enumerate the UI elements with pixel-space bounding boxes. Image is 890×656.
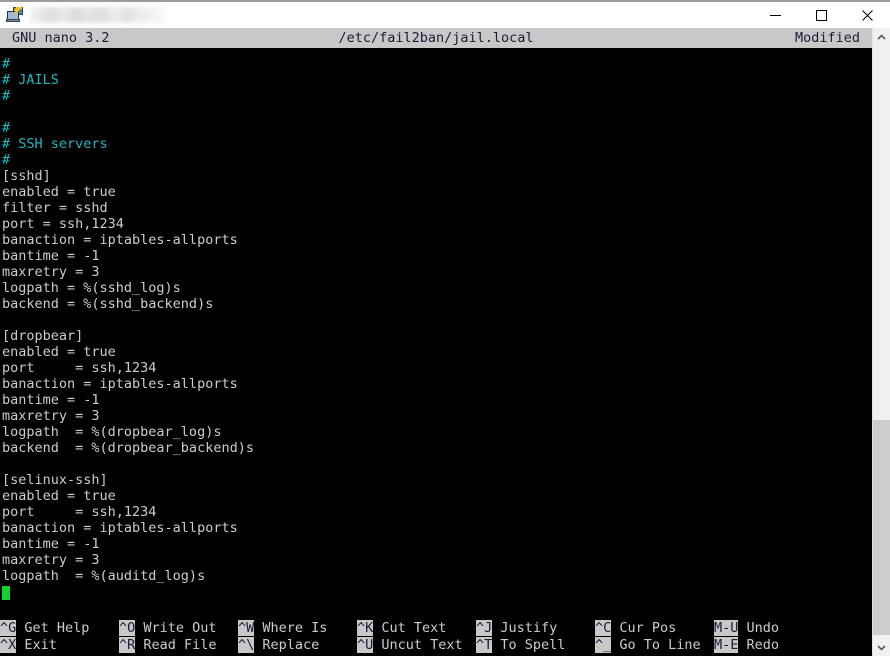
editor-line: enabled = true <box>2 184 116 200</box>
shortcut-key: ^X <box>0 637 17 653</box>
shortcut-label: Where Is <box>254 620 328 636</box>
editor-line: [sshd] <box>2 168 51 184</box>
shortcut-cut-text[interactable]: ^K Cut Text <box>357 620 446 637</box>
shortcut-key: ^_ <box>595 637 612 653</box>
shortcut-key: ^O <box>119 620 136 636</box>
shortcut-key: ^C <box>595 620 612 636</box>
nano-header-bar: GNU nano 3.2 /etc/fail2ban/jail.local Mo… <box>0 28 872 48</box>
nano-shortcut-bar: ^G Get Help ^O Write Out ^W Where Is ^K Cut… <box>0 620 872 656</box>
minimize-icon[interactable] <box>752 2 798 28</box>
editor-line: # <box>2 152 11 168</box>
shortcut-where-is[interactable]: ^W Where Is <box>238 620 327 637</box>
editor-line: maxretry = 3 <box>2 264 100 280</box>
editor-line: backend = %(sshd_backend)s <box>2 296 214 312</box>
text-cursor <box>2 585 10 600</box>
shortcut-label: Get Help <box>16 620 90 636</box>
shortcut-cur-pos[interactable]: ^C Cur Pos <box>595 620 676 637</box>
shortcut-label: Redo <box>738 637 780 653</box>
shortcut-label: Write Out <box>135 620 217 636</box>
shortcut-label: Undo <box>738 620 780 636</box>
editor-line: maxretry = 3 <box>2 552 100 568</box>
editor-line: port = ssh,1234 <box>2 216 124 232</box>
shortcut-key: ^W <box>238 620 255 636</box>
shortcut-go-to-line[interactable]: ^_ Go To Line <box>595 637 701 654</box>
editor-line: # SSH servers <box>2 136 108 152</box>
editor-line: # <box>2 120 11 136</box>
shortcut-key: M-U <box>714 620 739 636</box>
shortcut-key: ^J <box>476 620 493 636</box>
cursor-line <box>0 584 872 600</box>
editor-line: # <box>2 56 11 72</box>
editor-line: # <box>2 88 11 104</box>
editor-line: logpath = %(dropbear_log)s <box>2 424 222 440</box>
scrollbar-thumb[interactable] <box>873 420 890 635</box>
chevron-down-icon[interactable] <box>873 638 890 656</box>
nano-filename-label: /etc/fail2ban/jail.local <box>338 30 534 46</box>
terminal-area[interactable]: GNU nano 3.2 /etc/fail2ban/jail.local Mo… <box>0 28 872 656</box>
shortcut-get-help[interactable]: ^G Get Help <box>0 620 89 637</box>
shortcut-undo[interactable]: M-U Undo <box>714 620 779 637</box>
shortcut-label: Read File <box>135 637 217 653</box>
shortcut-key: ^\ <box>238 637 255 653</box>
editor-text-area[interactable]: # # JAILS # # # SSH servers # [sshd] enabled =… <box>0 48 872 620</box>
shortcut-write-out[interactable]: ^O Write Out <box>119 620 217 637</box>
shortcut-uncut-text[interactable]: ^U Uncut Text <box>357 637 463 654</box>
editor-line: port = ssh,1234 <box>2 360 157 376</box>
editor-line: banaction = iptables-allports <box>2 232 238 248</box>
nano-modified-status: Modified <box>794 30 860 46</box>
editor-line: bantime = -1 <box>2 536 100 552</box>
editor-line: maxretry = 3 <box>2 408 100 424</box>
window-controls <box>752 2 890 28</box>
editor-line: [selinux-ssh] <box>2 472 108 488</box>
editor-line: logpath = %(auditd_log)s <box>2 568 206 584</box>
shortcut-label: Go To Line <box>611 637 701 653</box>
editor-line: bantime = -1 <box>2 392 100 408</box>
editor-line: port = ssh,1234 <box>2 504 157 520</box>
maximize-icon[interactable] <box>798 2 844 28</box>
close-icon[interactable] <box>844 2 890 28</box>
shortcut-key: ^K <box>357 620 374 636</box>
shortcut-exit[interactable]: ^X Exit <box>0 637 57 654</box>
shortcut-label: Cut Text <box>373 620 447 636</box>
editor-line: banaction = iptables-allports <box>2 376 238 392</box>
editor-line: # JAILS <box>2 72 59 88</box>
shortcut-replace[interactable]: ^\ Replace <box>238 637 319 654</box>
editor-line: bantime = -1 <box>2 248 100 264</box>
shortcut-to-spell[interactable]: ^T To Spell <box>476 637 565 654</box>
window-title-redacted <box>30 7 168 23</box>
nano-editor-window: GNU nano 3.2 /etc/fail2ban/jail.local Mo… <box>0 0 890 656</box>
remote-desktop-shortcut-icon <box>6 6 24 24</box>
editor-line: banaction = iptables-allports <box>2 520 238 536</box>
shortcut-label: Uncut Text <box>373 637 463 653</box>
editor-line: logpath = %(sshd_log)s <box>2 280 181 296</box>
editor-line: enabled = true <box>2 488 116 504</box>
editor-line: filter = sshd <box>2 200 108 216</box>
shortcut-label: Cur Pos <box>611 620 677 636</box>
shortcut-key: ^T <box>476 637 493 653</box>
shortcut-label: Exit <box>16 637 57 653</box>
vertical-scrollbar[interactable] <box>872 28 890 656</box>
shortcut-key: ^R <box>119 637 136 653</box>
shortcut-justify[interactable]: ^J Justify <box>476 620 557 637</box>
shortcut-key: M-E <box>714 637 739 653</box>
shortcut-label: Justify <box>492 620 558 636</box>
titlebar-left-group <box>0 6 168 24</box>
shortcut-read-file[interactable]: ^R Read File <box>119 637 217 654</box>
window-titlebar <box>0 0 890 28</box>
chevron-up-icon[interactable] <box>873 28 890 46</box>
shortcut-row-2: ^X Exit ^R Read File ^\ Replace ^U Uncut Te… <box>0 637 872 654</box>
shortcut-key: ^U <box>357 637 374 653</box>
shortcut-label: To Spell <box>492 637 566 653</box>
shortcut-row-1: ^G Get Help ^O Write Out ^W Where Is ^K Cut… <box>0 620 872 637</box>
editor-line: backend = %(dropbear_backend)s <box>2 440 254 456</box>
shortcut-key: ^G <box>0 620 17 636</box>
shortcut-label: Replace <box>254 637 320 653</box>
shortcut-redo[interactable]: M-E Redo <box>714 637 779 654</box>
editor-line: enabled = true <box>2 344 116 360</box>
editor-line: [dropbear] <box>2 328 84 344</box>
